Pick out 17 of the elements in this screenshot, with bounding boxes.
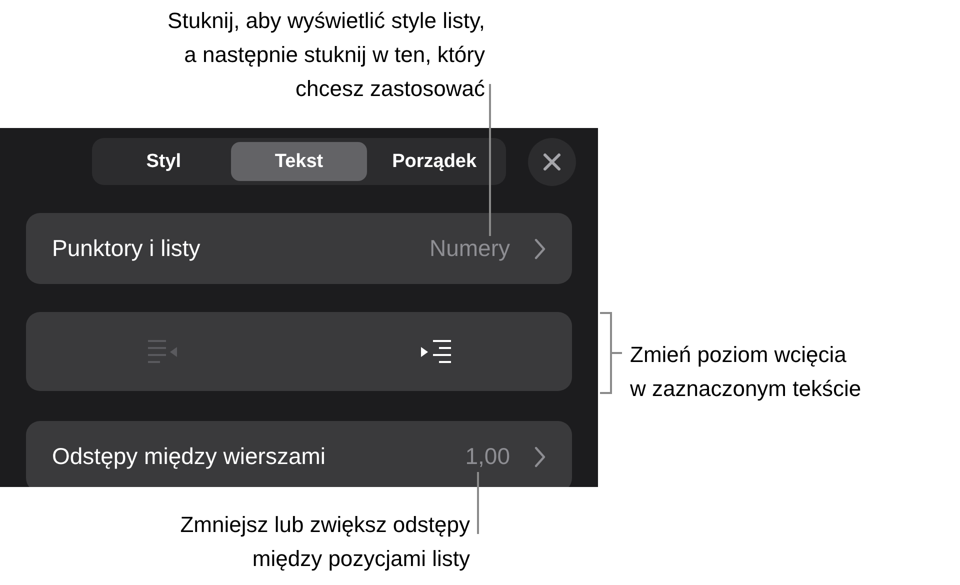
settings-row[interactable]: Odstępy między wierszami 1,00 xyxy=(26,421,572,487)
row-value: 1,00 xyxy=(465,443,510,470)
row-label: Odstępy między wierszami xyxy=(52,443,326,470)
row-label: Punktory i listy xyxy=(52,235,200,262)
settings-row[interactable]: Punktory i listy Numery xyxy=(26,213,572,284)
tab[interactable]: Porządek xyxy=(366,142,502,181)
close-button[interactable] xyxy=(528,138,576,186)
row-value: Numery xyxy=(429,235,510,262)
close-icon xyxy=(542,152,562,172)
tab[interactable]: Styl xyxy=(96,142,232,181)
chevron-right-icon xyxy=(534,238,546,260)
callout-text: Stuknij, aby wyświetlić style listy, a następnie stuknij w ten, który chcesz zastosować xyxy=(168,7,485,103)
callout-text: Zmniejsz lub zwiększ odstępy między pozycjami listy xyxy=(180,511,470,573)
callout-text: Zmień poziom wcięcia w zaznaczonym tekście xyxy=(630,341,862,403)
tab[interactable]: Tekst xyxy=(231,142,367,181)
leader-line xyxy=(477,472,479,534)
chevron-right-icon xyxy=(534,446,546,468)
